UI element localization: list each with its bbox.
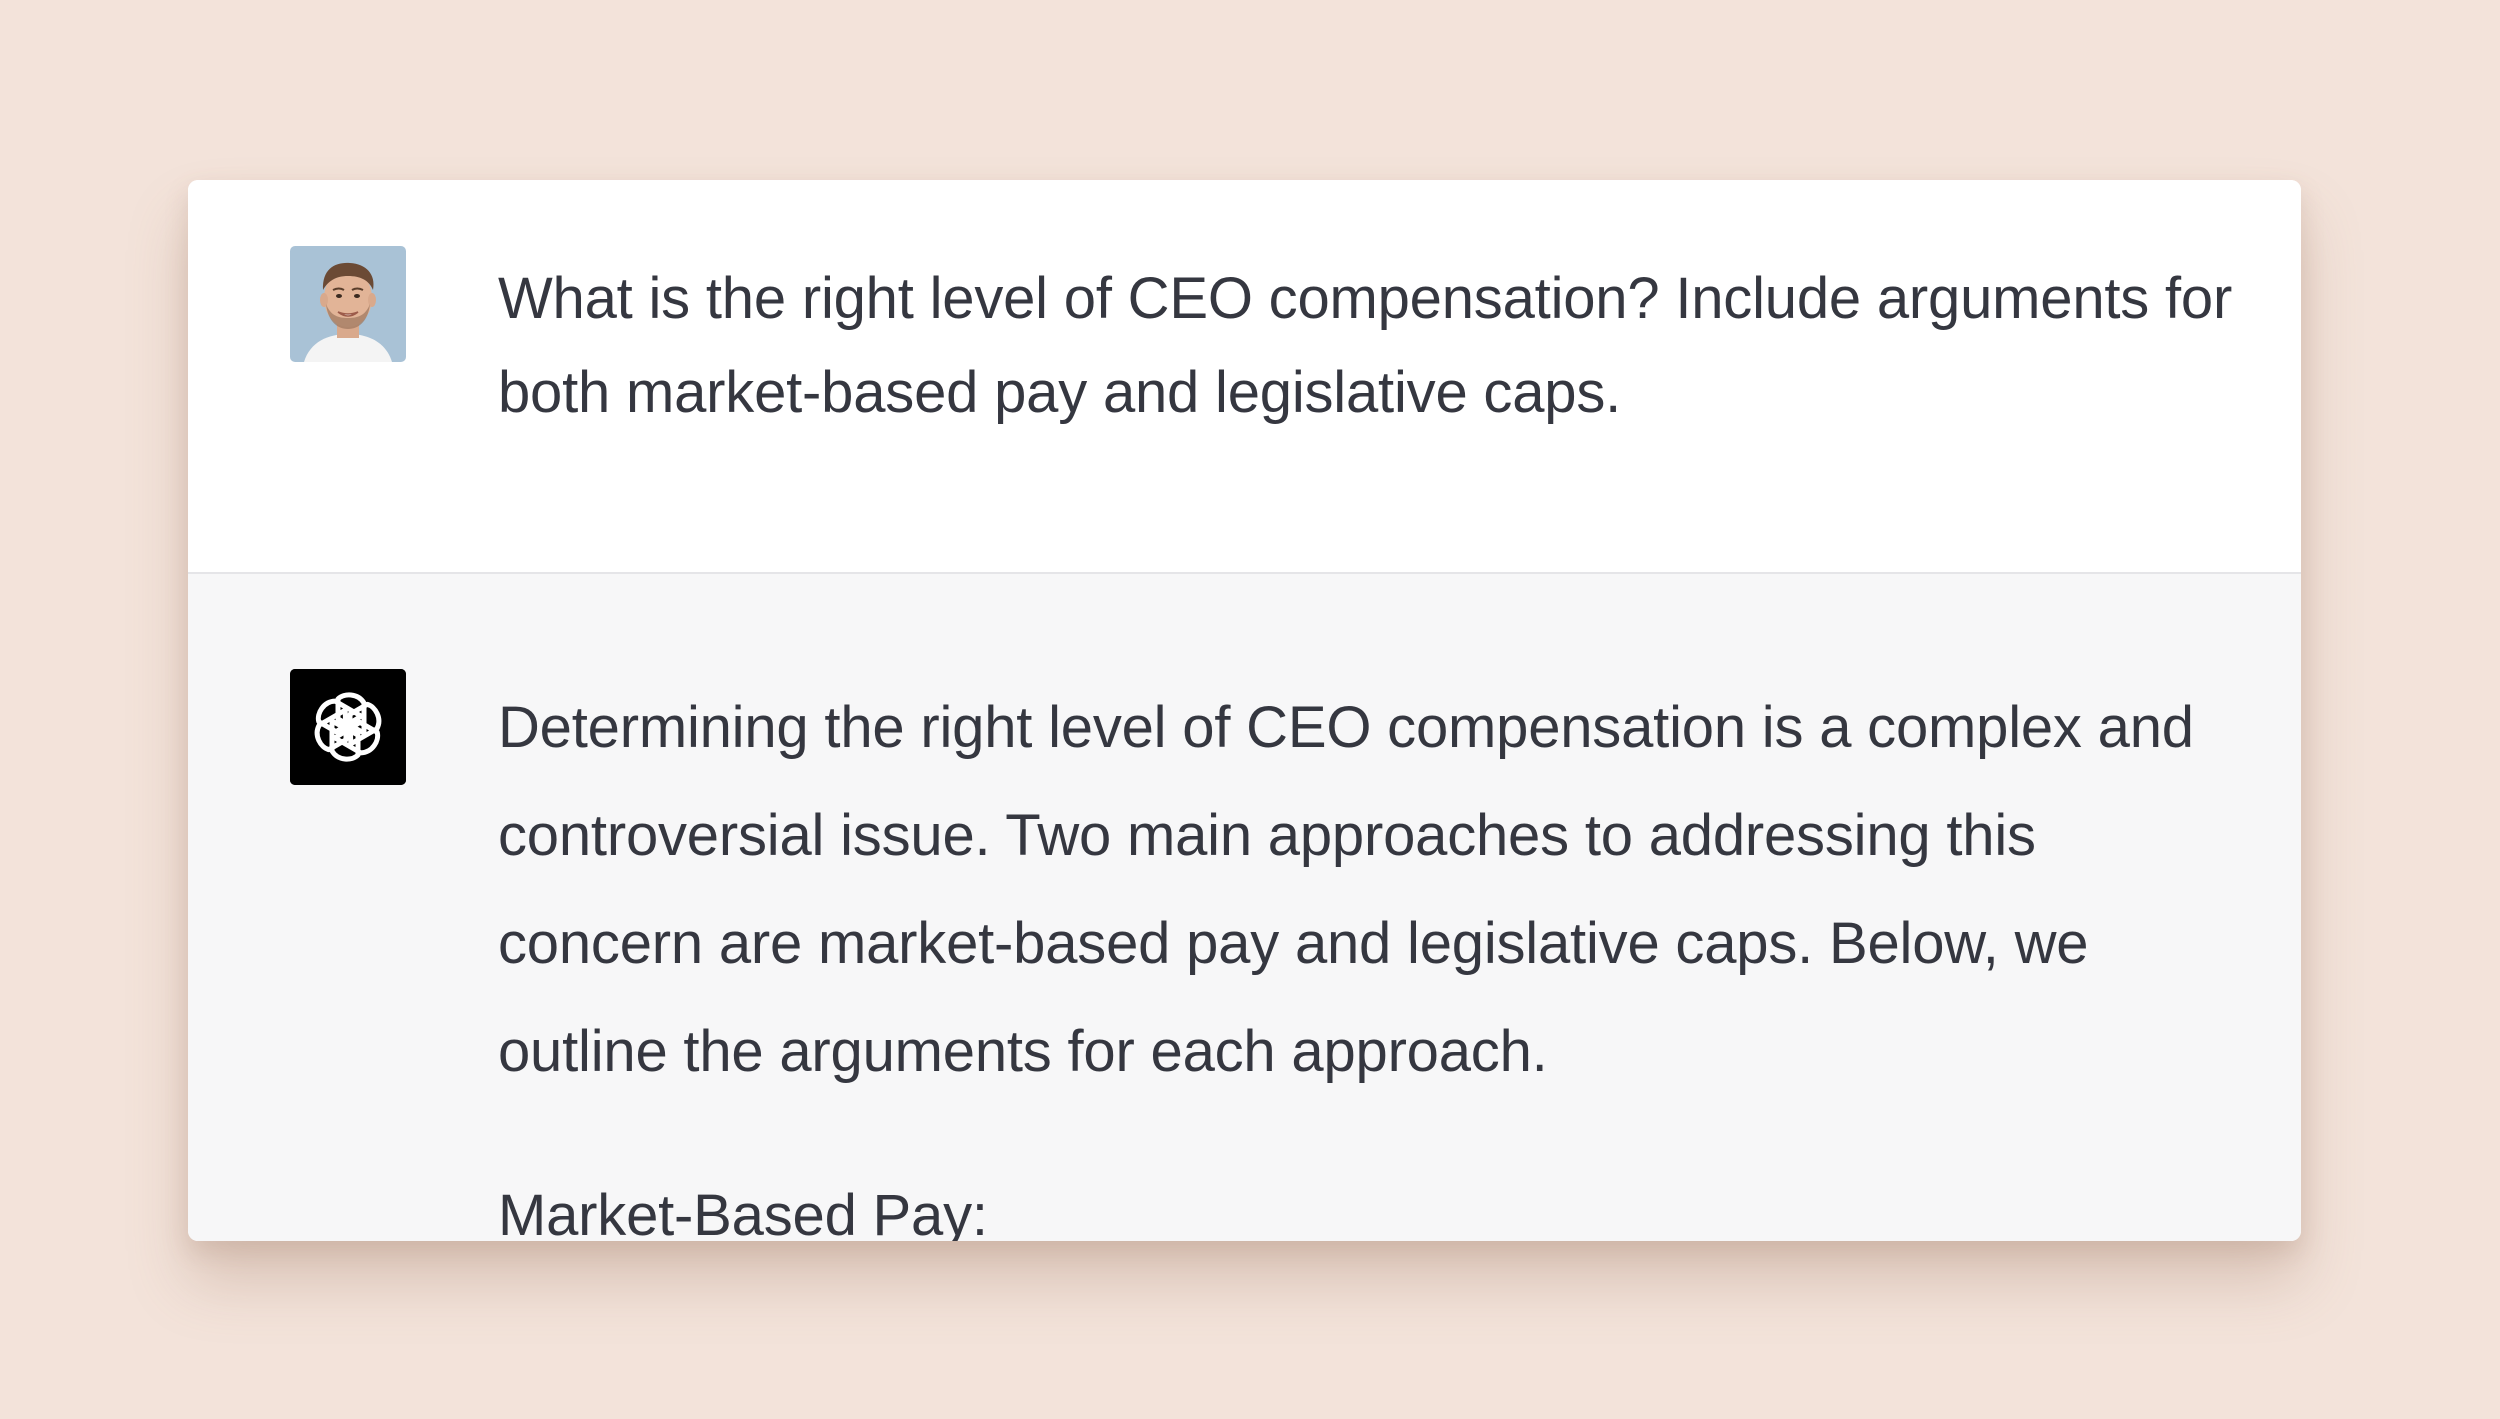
assistant-avatar [290,669,406,785]
openai-logo-icon [290,669,406,785]
user-message-text: What is the right level of CEO compensat… [498,252,2251,440]
assistant-message-text: Determining the right level of CEO compe… [498,674,2251,1241]
assistant-message: Determining the right level of CEO compe… [188,574,2301,1241]
user-prompt: What is the right level of CEO compensat… [498,266,2233,425]
assistant-intro-paragraph: Determining the right level of CEO compe… [498,695,2194,1084]
user-avatar [290,246,406,362]
user-message: What is the right level of CEO compensat… [188,180,2301,574]
user-photo-avatar [290,246,406,362]
chat-transcript-card: What is the right level of CEO compensat… [188,180,2301,1241]
section-heading-market-based-pay: Market-Based Pay: [498,1183,988,1241]
